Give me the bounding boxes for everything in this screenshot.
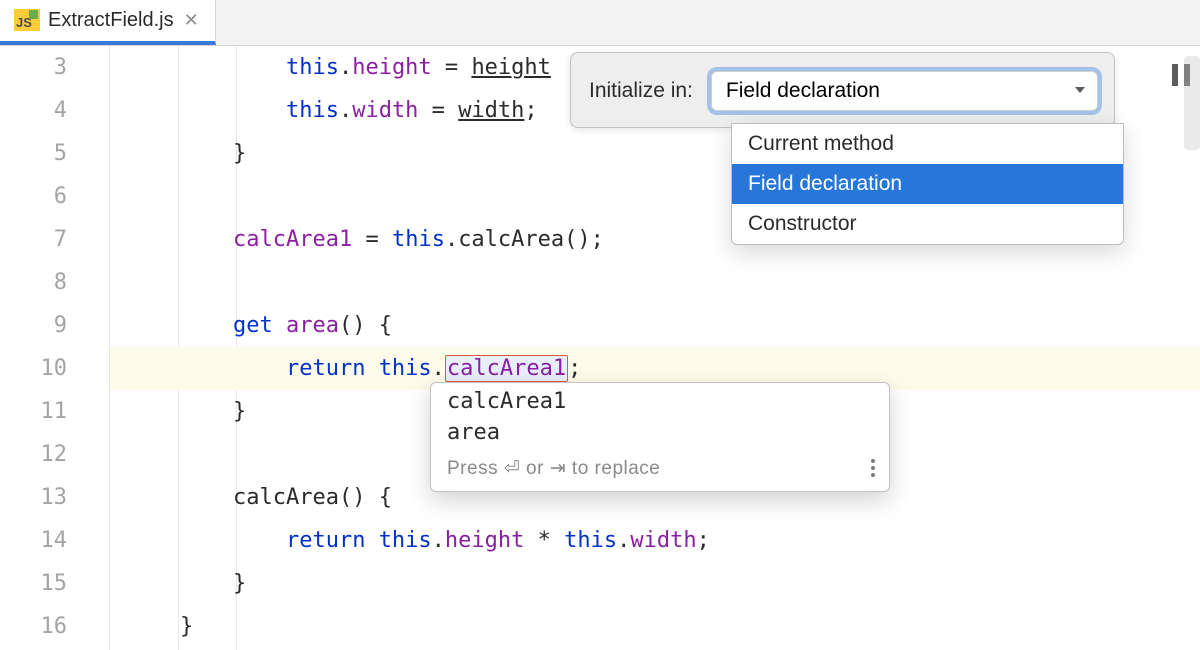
- gutter-line: 7: [0, 218, 109, 261]
- initialize-in-dropdown: Current method Field declaration Constru…: [731, 123, 1124, 245]
- suggestion-hint: Press ⏎ or ⇥ to replace: [431, 445, 889, 491]
- dropdown-item-constructor[interactable]: Constructor: [732, 204, 1123, 244]
- chevron-down-icon: [1073, 79, 1087, 103]
- code-line[interactable]: get area() {: [110, 304, 1200, 347]
- tab-label: ExtractField.js: [48, 9, 174, 32]
- js-file-icon: JS: [14, 9, 40, 31]
- name-suggestions-popup: calcArea1 area Press ⏎ or ⇥ to replace: [430, 382, 890, 492]
- tab-extractfield[interactable]: JS ExtractField.js ✕: [0, 0, 216, 45]
- gutter-line: 13: [0, 476, 109, 519]
- kebab-icon[interactable]: [867, 455, 879, 481]
- initialize-in-label: Initialize in:: [589, 79, 693, 103]
- close-icon[interactable]: ✕: [182, 9, 201, 31]
- editor: 3 4 5 6 7 8 9 10 11 12 13 14 15 16 this.…: [0, 46, 1200, 650]
- gutter-line: 12: [0, 433, 109, 476]
- code-line[interactable]: }: [110, 562, 1200, 605]
- gutter-line: 11: [0, 390, 109, 433]
- gutter-line: 16: [0, 605, 109, 648]
- suggestion-item[interactable]: calcArea1: [431, 383, 889, 414]
- gutter-line: 10: [0, 347, 109, 390]
- suggestion-item[interactable]: area: [431, 414, 889, 445]
- code-line[interactable]: return this.height * this.width;: [110, 519, 1200, 562]
- gutter: 3 4 5 6 7 8 9 10 11 12 13 14 15 16: [0, 46, 110, 650]
- code-line[interactable]: }: [110, 605, 1200, 648]
- gutter-line: 6: [0, 175, 109, 218]
- initialize-in-select[interactable]: Field declaration: [711, 71, 1098, 111]
- dropdown-item-field-declaration[interactable]: Field declaration: [732, 164, 1123, 204]
- gutter-line: 14: [0, 519, 109, 562]
- code-line[interactable]: [110, 261, 1200, 304]
- gutter-line: 15: [0, 562, 109, 605]
- gutter-line: 5: [0, 132, 109, 175]
- gutter-line: 4: [0, 89, 109, 132]
- dropdown-item-current-method[interactable]: Current method: [732, 124, 1123, 164]
- gutter-line: 3: [0, 46, 109, 89]
- tab-bar: JS ExtractField.js ✕: [0, 0, 1200, 46]
- gutter-line: 8: [0, 261, 109, 304]
- extract-field-name-input[interactable]: calcArea1: [445, 355, 568, 382]
- initialize-in-popover: Initialize in: Field declaration Current…: [570, 52, 1115, 128]
- gutter-line: 9: [0, 304, 109, 347]
- initialize-in-value: Field declaration: [726, 79, 880, 103]
